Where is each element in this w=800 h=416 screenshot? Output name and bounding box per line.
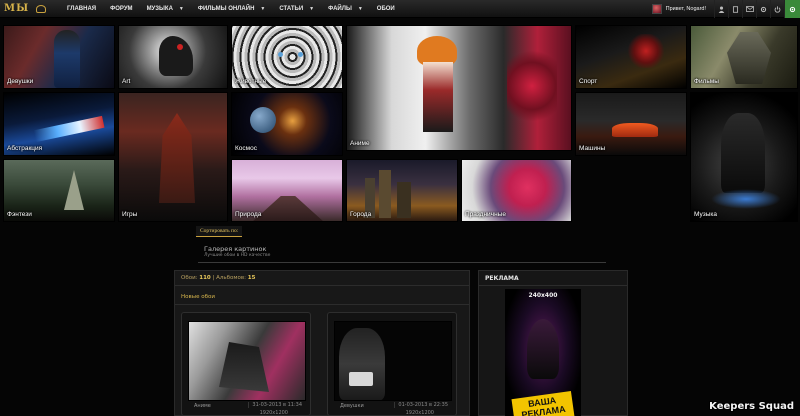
- nav-item-label: СТАТЬИ: [279, 6, 304, 12]
- site-logo[interactable]: МЫ: [4, 2, 56, 16]
- category-label: Природа: [235, 211, 262, 218]
- sort-bar: Сортировать по:: [196, 226, 606, 238]
- nav-item[interactable]: МУЗЫКА ▼: [140, 0, 191, 18]
- nav-item[interactable]: ГЛАВНАЯ: [60, 0, 103, 18]
- nav-item-label: МУЗЫКА: [146, 6, 173, 12]
- category-tile-abstract[interactable]: Абстракция: [3, 92, 115, 156]
- category-label: Машины: [579, 145, 606, 152]
- logo-text: МЫ: [4, 3, 30, 14]
- user-area: Привет, Nogard!: [651, 0, 800, 18]
- category-label: Аниме: [350, 140, 370, 147]
- divider: [175, 285, 469, 286]
- wallpaper-category[interactable]: Аниме: [194, 403, 211, 409]
- person-icon[interactable]: [728, 0, 742, 18]
- wallpaper-thumbnail[interactable]: [334, 321, 452, 401]
- main-menu: ГЛАВНАЯ ФОРУМ МУЗЫКА ▼ ФИЛЬМЫ ОНЛАЙН ▼ СТАТЬИ ▼…: [60, 0, 402, 18]
- new-wallpapers-heading[interactable]: Новые обои: [181, 294, 215, 300]
- category-label: Девушки: [7, 78, 34, 85]
- user-icon[interactable]: [714, 0, 728, 18]
- refresh-icon[interactable]: [784, 0, 800, 18]
- category-tile-nature[interactable]: Природа: [231, 159, 343, 222]
- wallpaper-date: 01-03-2013 в 22:35: [394, 402, 448, 408]
- power-icon[interactable]: [770, 0, 784, 18]
- category-label: Космос: [235, 145, 257, 152]
- ad-title: РЕКЛАМА: [485, 275, 519, 282]
- category-label: Art: [122, 78, 131, 85]
- category-tile-cities[interactable]: Города: [346, 159, 458, 222]
- stats-separator: |: [212, 275, 215, 281]
- nav-item[interactable]: СТАТЬИ ▼: [272, 0, 321, 18]
- sort-label[interactable]: Сортировать по:: [196, 226, 243, 237]
- divider: [175, 304, 469, 305]
- category-label: Спорт: [579, 78, 598, 85]
- category-label: Абстракция: [7, 145, 43, 152]
- category-tile-anime[interactable]: Аниме: [346, 25, 572, 151]
- category-tile-holidays[interactable]: Праздничные: [461, 159, 572, 222]
- ad-banner[interactable]: 240x400 ВАША РЕКЛАМА: [505, 289, 581, 416]
- mail-icon[interactable]: [742, 0, 756, 18]
- category-tile-sport[interactable]: Спорт: [575, 25, 687, 89]
- divider: [479, 285, 627, 286]
- albums-label: Альбомов:: [216, 275, 246, 281]
- wallpaper-date: 31-03-2013 в 11:34: [248, 402, 302, 408]
- ad-panel: РЕКЛАМА 240x400 ВАША РЕКЛАМА: [478, 270, 628, 416]
- chevron-down-icon: ▼: [260, 6, 266, 12]
- category-tile-art[interactable]: Art: [118, 25, 228, 89]
- wallpaper-category[interactable]: Девушки: [340, 403, 364, 409]
- nav-item[interactable]: ФИЛЬМЫ ОНЛАЙН ▼: [191, 0, 273, 18]
- category-label: Музыка: [694, 211, 717, 218]
- category-tile-space[interactable]: Космос: [231, 92, 343, 156]
- category-mosaic: Девушки Art Животные Аниме Спорт Фильмы …: [0, 22, 800, 222]
- gallery-stats: Обои: 110 | Альбомов: 15: [181, 275, 255, 281]
- user-avatar[interactable]: [651, 4, 662, 14]
- category-tile-cars[interactable]: Машины: [575, 92, 687, 156]
- nav-item[interactable]: ФОРУМ: [103, 0, 139, 18]
- settings-icon[interactable]: [756, 0, 770, 18]
- chevron-down-icon: ▼: [357, 6, 363, 12]
- wallpaper-thumbnail[interactable]: [188, 321, 306, 401]
- nav-item-label: ГЛАВНАЯ: [67, 6, 97, 12]
- chevron-down-icon: ▼: [178, 6, 184, 12]
- nav-item-label: ФОРУМ: [110, 6, 133, 12]
- wallpaper-card[interactable]: Девушки 01-03-2013 в 22:35 1920x1200: [327, 312, 457, 416]
- wallpaper-resolution: 1920x1200: [259, 410, 288, 416]
- category-label: Праздничные: [465, 211, 506, 218]
- ad-text: ВАША РЕКЛАМА: [511, 390, 575, 416]
- nav-item-label: ФАЙЛЫ: [328, 6, 352, 12]
- album-count: 15: [247, 275, 256, 281]
- category-tile-animals[interactable]: Животные: [231, 25, 343, 89]
- category-tile-movies[interactable]: Фильмы: [690, 25, 798, 89]
- wallpaper-resolution: 1920x1200: [405, 410, 434, 416]
- user-greeting[interactable]: Привет, Nogard!: [666, 6, 706, 12]
- category-label: Фэнтези: [7, 211, 32, 218]
- wallpaper-count: 110: [199, 275, 211, 281]
- top-navigation-bar: МЫ ГЛАВНАЯ ФОРУМ МУЗЫКА ▼ ФИЛЬМЫ ОНЛАЙН ▼ СТАТ…: [0, 0, 800, 18]
- wallpaper-card[interactable]: Аниме 31-03-2013 в 11:34 1920x1200: [181, 312, 311, 416]
- category-tile-games[interactable]: Игры: [118, 92, 228, 222]
- gallery-title: Галерея картинок: [204, 245, 267, 253]
- ad-size-label: 240x400: [528, 292, 558, 299]
- category-label: Игры: [122, 211, 138, 218]
- divider: [198, 262, 606, 263]
- chevron-down-icon: ▼: [309, 6, 315, 12]
- logo-emblem-icon: [36, 5, 46, 13]
- gallery-subtitle: Лучшие обои в HD качестве: [204, 253, 271, 258]
- nav-item-label: ФИЛЬМЫ ОНЛАЙН: [197, 6, 255, 12]
- nav-item[interactable]: ОБОИ: [370, 0, 402, 18]
- category-tile-girls[interactable]: Девушки: [3, 25, 115, 89]
- nav-item[interactable]: ФАЙЛЫ ▼: [321, 0, 370, 18]
- category-tile-fantasy[interactable]: Фэнтези: [3, 159, 115, 222]
- stats-label: Обои:: [181, 275, 198, 281]
- category-label: Животные: [235, 78, 267, 85]
- category-label: Фильмы: [694, 78, 719, 85]
- category-tile-music[interactable]: Музыка: [690, 92, 798, 222]
- watermark: Keepers Squad: [709, 401, 794, 412]
- category-label: Города: [350, 211, 372, 218]
- nav-item-label: ОБОИ: [376, 6, 395, 12]
